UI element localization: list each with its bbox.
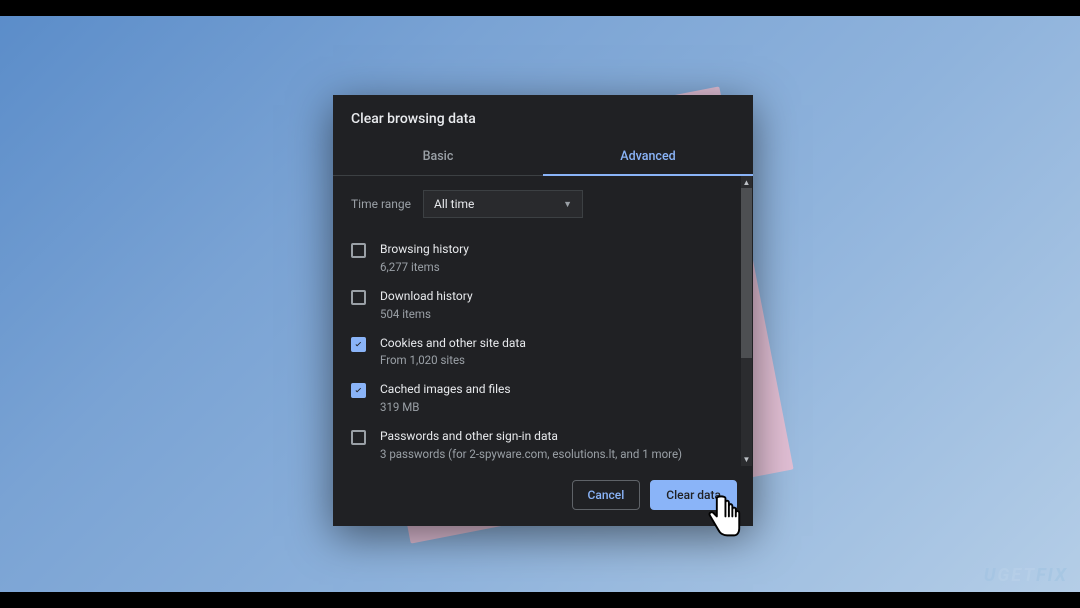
checkbox-passwords[interactable]	[351, 430, 366, 445]
time-range-value: All time	[434, 197, 474, 211]
checkbox-cached[interactable]	[351, 383, 366, 398]
list-item: Download history 504 items	[351, 281, 735, 328]
checkbox-download-history[interactable]	[351, 290, 366, 305]
letterbox-top	[0, 0, 1080, 16]
time-range-label: Time range	[351, 197, 411, 211]
chevron-down-icon: ▼	[563, 199, 572, 210]
clear-data-button[interactable]: Clear data	[650, 480, 737, 510]
checkbox-browsing-history[interactable]	[351, 243, 366, 258]
tab-advanced[interactable]: Advanced	[543, 139, 753, 176]
checkbox-cookies[interactable]	[351, 337, 366, 352]
cancel-button[interactable]: Cancel	[572, 480, 641, 510]
item-title: Cached images and files	[380, 381, 735, 398]
scrollbar[interactable]: ▲ ▼	[741, 176, 752, 466]
list-item: Cached images and files 319 MB	[351, 374, 735, 421]
item-title: Browsing history	[380, 241, 735, 258]
item-subtitle: 504 items	[380, 307, 735, 321]
time-range-row: Time range All time ▼	[351, 190, 735, 218]
scrollbar-thumb[interactable]	[741, 188, 752, 358]
letterbox-bottom	[0, 592, 1080, 608]
item-title: Passwords and other sign-in data	[380, 428, 735, 445]
list-item: Cookies and other site data From 1,020 s…	[351, 328, 735, 375]
dialog-content: Time range All time ▼ Browsing history 6…	[333, 176, 753, 466]
dialog-buttons: Cancel Clear data	[333, 466, 753, 526]
list-item: Passwords and other sign-in data 3 passw…	[351, 421, 735, 466]
item-title: Download history	[380, 288, 735, 305]
watermark: UGETFIX	[984, 565, 1068, 586]
item-subtitle: 6,277 items	[380, 260, 735, 274]
item-subtitle: From 1,020 sites	[380, 353, 735, 367]
clear-browsing-data-dialog: Clear browsing data Basic Advanced Time …	[333, 95, 753, 526]
item-subtitle: 319 MB	[380, 400, 735, 414]
time-range-select[interactable]: All time ▼	[423, 190, 583, 218]
list-item: Browsing history 6,277 items	[351, 234, 735, 281]
dialog-tabs: Basic Advanced	[333, 139, 753, 176]
item-subtitle: 3 passwords (for 2-spyware.com, esolutio…	[380, 447, 735, 461]
dialog-title: Clear browsing data	[333, 95, 753, 139]
tab-basic[interactable]: Basic	[333, 139, 543, 175]
scroll-down-icon[interactable]: ▼	[741, 454, 752, 465]
scroll-up-icon[interactable]: ▲	[741, 177, 752, 188]
item-title: Cookies and other site data	[380, 335, 735, 352]
